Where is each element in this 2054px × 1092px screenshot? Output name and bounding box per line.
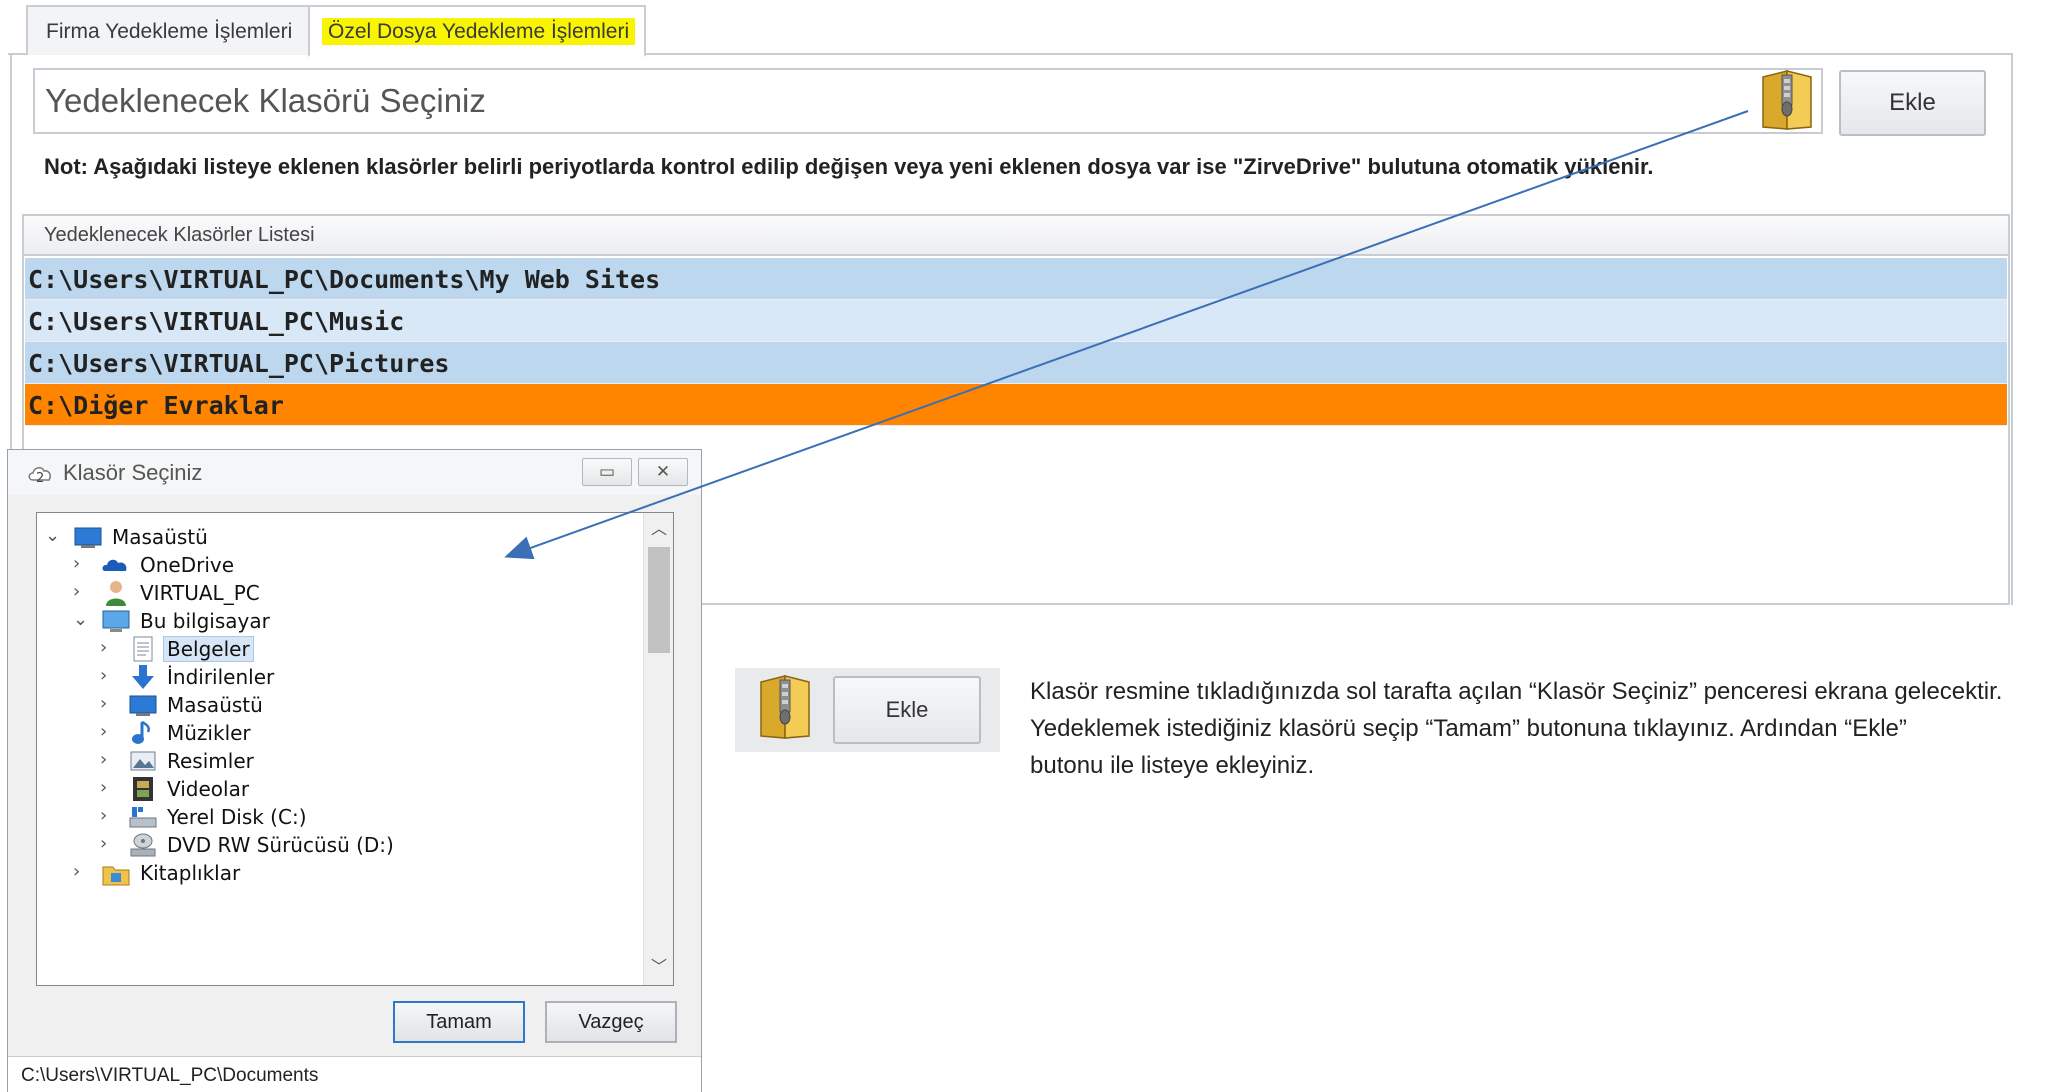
dialog-title: Klasör Seçiniz	[63, 460, 203, 485]
tree-node-label: DVD RW Sürücüsü (D:)	[167, 833, 394, 857]
tree-node-label: Bu bilgisayar	[140, 609, 270, 633]
tree-node-label: Belgeler	[163, 636, 254, 662]
folder-picker-button[interactable]	[1757, 69, 1817, 133]
scroll-thumb[interactable]	[648, 547, 670, 653]
folder-path-value: Yedeklenecek Klasörü Seçiniz	[45, 82, 486, 119]
selected-path: C:\Users\VIRTUAL_PC\Documents	[21, 1065, 319, 1086]
dialog-status-bar: C:\Users\VIRTUAL_PC\Documents	[8, 1056, 701, 1092]
tree-node-label: Müzikler	[167, 721, 251, 745]
close-button[interactable]: ✕	[638, 458, 688, 486]
scroll-down-icon[interactable]: ﹀	[644, 953, 673, 983]
computer-icon	[102, 610, 130, 632]
tree-node-label: Videolar	[167, 777, 250, 801]
info-note: Not: Aşağıdaki listeye eklenen klasörler…	[44, 154, 1654, 179]
list-item[interactable]: C:\Users\VIRTUAL_PC\Documents\My Web Sit…	[25, 258, 2007, 300]
chevron-right-icon[interactable]: ›	[100, 805, 120, 826]
dvd-drive-icon	[130, 833, 156, 857]
chevron-right-icon[interactable]: ›	[100, 833, 120, 854]
svg-text:2: 2	[36, 471, 44, 485]
dialog-titlebar: 2 Klasör Seçiniz ▭ ✕	[8, 450, 701, 495]
chevron-right-icon[interactable]: ›	[100, 721, 120, 742]
chevron-right-icon[interactable]: ›	[100, 749, 120, 770]
tree-node-label: Kitaplıklar	[140, 861, 241, 885]
instruction-line: Klasör resmine tıkladığınızda sol taraft…	[1030, 678, 2003, 705]
cloud-sync-icon: 2	[28, 467, 51, 485]
list-header: Yedeklenecek Klasörler Listesi	[24, 216, 2008, 256]
folder-zip-icon	[1762, 70, 1812, 130]
folder-path-field[interactable]: Yedeklenecek Klasörü Seçiniz	[33, 68, 1823, 134]
ekle-button[interactable]: Ekle	[1839, 70, 1986, 136]
documents-icon	[133, 636, 153, 662]
tree-node-label: İndirilenler	[167, 665, 275, 689]
folder-tree[interactable]: ⌄ Masaüstü › OneDrive › VIRTUAL_PC ⌄ Bu …	[36, 512, 674, 986]
tree-node-label: VIRTUAL_PC	[140, 581, 260, 605]
chevron-right-icon[interactable]: ›	[100, 777, 120, 798]
onedrive-icon	[102, 559, 127, 571]
demo-folder-button[interactable]	[755, 674, 815, 742]
tab-label: Özel Dosya Yedekleme İşlemleri	[322, 18, 636, 45]
chevron-down-icon[interactable]: ⌄	[45, 525, 65, 546]
instruction-line: butonu ile listeye ekleyiniz.	[1030, 752, 1315, 779]
chevron-right-icon[interactable]: ›	[100, 665, 120, 686]
list-item[interactable]: C:\Users\VIRTUAL_PC\Music	[25, 300, 2007, 342]
chevron-right-icon[interactable]: ›	[73, 581, 93, 602]
local-disk-icon	[129, 807, 157, 828]
list-item-selected[interactable]: C:\Diğer Evraklar	[25, 384, 2007, 426]
vazgec-button[interactable]: Vazgeç	[545, 1001, 677, 1043]
tree-node-label: Resimler	[167, 749, 254, 773]
desktop-icon	[74, 527, 102, 548]
folder-zip-icon	[760, 675, 810, 739]
instructions-text: Klasör resmine tıkladığınızda sol taraft…	[1030, 673, 2054, 784]
libraries-icon	[102, 866, 130, 886]
tree-scrollbar[interactable]: ︿ ﹀	[643, 513, 673, 985]
tree-node-label: Masaüstü	[167, 693, 263, 717]
folder-picker-dialog: 2 Klasör Seçiniz ▭ ✕ ⌄ Masaüstü › OneDri…	[7, 449, 702, 1092]
tab-firma-yedekleme[interactable]: Firma Yedekleme İşlemleri	[26, 5, 312, 55]
chevron-right-icon[interactable]: ›	[73, 553, 93, 574]
chevron-right-icon[interactable]: ›	[100, 693, 120, 714]
chevron-right-icon[interactable]: ›	[73, 861, 93, 882]
desktop-icon	[129, 695, 157, 716]
tab-label: Firma Yedekleme İşlemleri	[46, 20, 293, 43]
tree-node-label: Yerel Disk (C:)	[167, 805, 307, 829]
chevron-down-icon[interactable]: ⌄	[73, 609, 93, 630]
tab-bar: Firma Yedekleme İşlemleri Özel Dosya Yed…	[8, 5, 2013, 57]
videos-icon	[133, 777, 153, 801]
downloads-icon	[132, 665, 154, 689]
chevron-right-icon[interactable]: ›	[100, 637, 120, 658]
tree-node-label: Masaüstü	[112, 525, 208, 549]
tree-node-label: OneDrive	[140, 553, 235, 577]
scroll-up-icon[interactable]: ︿	[644, 515, 673, 545]
instruction-line: Yedeklemek istediğiniz klasörü seçip “Ta…	[1030, 715, 1907, 742]
list-item[interactable]: C:\Users\VIRTUAL_PC\Pictures	[25, 342, 2007, 384]
maximize-button[interactable]: ▭	[582, 458, 632, 486]
user-icon	[106, 581, 126, 606]
tab-ozel-dosya-yedekleme[interactable]: Özel Dosya Yedekleme İşlemleri	[308, 5, 646, 57]
tamam-button[interactable]: Tamam	[393, 1001, 525, 1043]
music-icon	[132, 720, 150, 744]
pictures-icon	[130, 751, 156, 771]
demo-ekle-button[interactable]: Ekle	[833, 676, 981, 744]
